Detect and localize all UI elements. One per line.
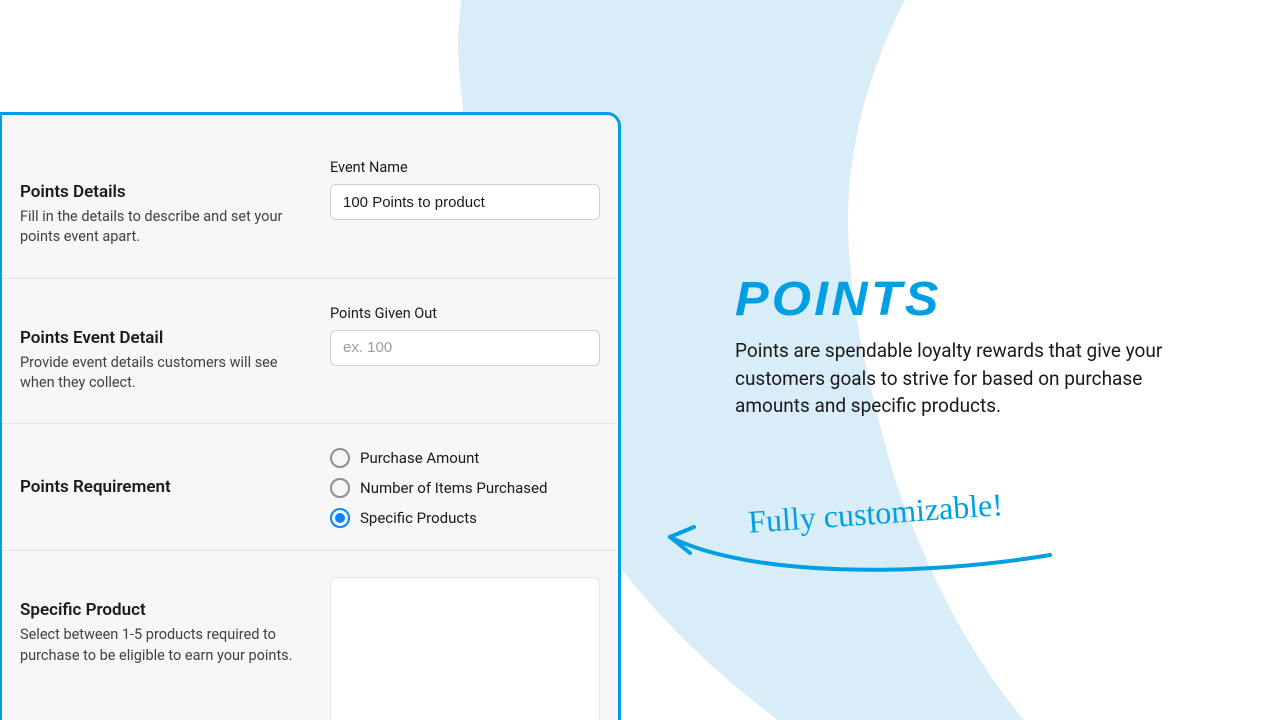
marketing-copy: POINTS Points are spendable loyalty rewa…	[735, 272, 1215, 420]
event-name-input[interactable]	[330, 184, 600, 220]
product-selector-box[interactable]	[330, 577, 600, 720]
points-details-title: Points Details	[20, 181, 314, 203]
points-event-detail-title: Points Event Detail	[20, 327, 314, 349]
points-event-detail-desc: Provide event details customers will see…	[20, 353, 314, 394]
radio-number-of-items[interactable]: Number of Items Purchased	[330, 478, 600, 498]
radio-label: Number of Items Purchased	[360, 479, 547, 497]
radio-label: Purchase Amount	[360, 449, 479, 467]
points-requirement-title: Points Requirement	[20, 476, 171, 498]
specific-product-desc: Select between 1-5 products required to …	[20, 625, 314, 666]
handwritten-text: Fully customizable!	[747, 486, 1004, 541]
marketing-heading: POINTS	[735, 272, 1239, 327]
points-given-out-label: Points Given Out	[330, 305, 600, 322]
marketing-body: Points are spendable loyalty rewards tha…	[735, 337, 1215, 420]
section-points-details: Points Details Fill in the details to de…	[2, 115, 618, 279]
radio-purchase-amount[interactable]: Purchase Amount	[330, 448, 600, 468]
radio-icon-selected	[330, 508, 350, 528]
section-points-requirement: Points Requirement Purchase Amount Numbe…	[2, 424, 618, 551]
points-form-panel: Points Details Fill in the details to de…	[0, 112, 621, 720]
handwritten-annotation: Fully customizable!	[660, 495, 1080, 615]
points-details-desc: Fill in the details to describe and set …	[20, 207, 314, 248]
points-given-out-input[interactable]	[330, 330, 600, 366]
radio-icon	[330, 478, 350, 498]
section-points-event-detail: Points Event Detail Provide event detail…	[2, 279, 618, 425]
radio-label: Specific Products	[360, 509, 477, 527]
specific-product-title: Specific Product	[20, 599, 314, 621]
radio-icon	[330, 448, 350, 468]
section-specific-product: Specific Product Select between 1-5 prod…	[2, 551, 618, 720]
radio-specific-products[interactable]: Specific Products	[330, 508, 600, 528]
event-name-label: Event Name	[330, 159, 600, 176]
